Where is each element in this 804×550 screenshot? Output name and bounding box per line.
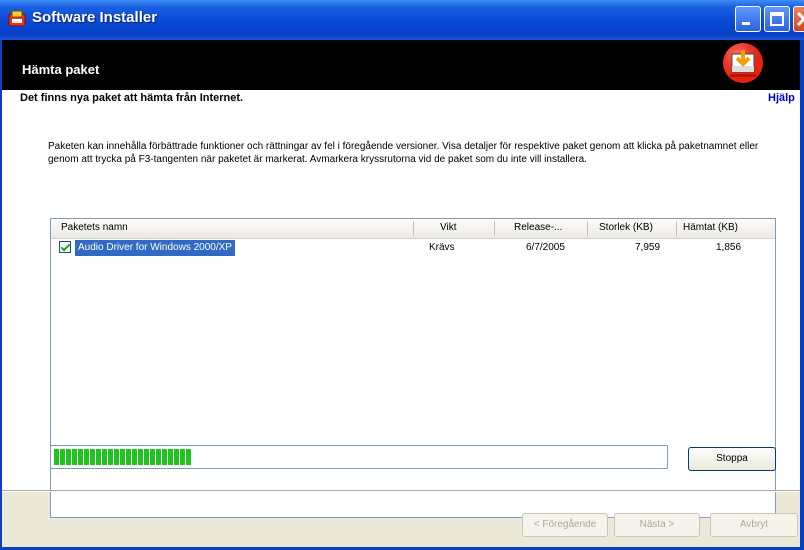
footer-separator <box>0 490 804 492</box>
window-title: Software Installer <box>32 9 158 26</box>
progress-segment <box>156 449 161 465</box>
progress-segment <box>108 449 113 465</box>
download-progress-bar <box>50 445 668 469</box>
next-button[interactable]: Nästa > <box>614 513 700 537</box>
column-separator[interactable] <box>676 221 677 236</box>
progress-segment <box>186 449 191 465</box>
installer-window: Software Installer Hämta paket Det finns… <box>0 0 804 550</box>
progress-segment <box>144 449 149 465</box>
column-separator[interactable] <box>413 221 414 236</box>
stop-button[interactable]: Stoppa <box>688 447 776 471</box>
page-description: Paketen kan innehålla förbättrade funkti… <box>48 141 759 165</box>
window-border-right <box>800 40 804 550</box>
maximize-button[interactable] <box>764 6 790 32</box>
progress-segment <box>96 449 101 465</box>
package-list[interactable]: Paketets namn Vikt Release-... Storlek (… <box>50 218 776 518</box>
table-row[interactable]: Audio Driver for Windows 2000/XP Krävs 6… <box>51 239 775 257</box>
help-link[interactable]: Hjälp <box>768 92 795 104</box>
progress-segment <box>102 449 107 465</box>
installer-app-icon <box>8 10 26 27</box>
minimize-button[interactable] <box>735 6 761 32</box>
progress-segment <box>60 449 65 465</box>
window-border-left <box>0 40 2 550</box>
package-downloaded: 1,856 <box>716 242 742 253</box>
progress-segment <box>126 449 131 465</box>
previous-button[interactable]: < Föregående <box>522 513 608 537</box>
progress-segment <box>84 449 89 465</box>
package-release: 6/7/2005 <box>526 242 565 253</box>
progress-segment <box>90 449 95 465</box>
column-header-downloaded[interactable]: Hämtat (KB) <box>683 222 738 233</box>
maximize-icon <box>770 12 784 26</box>
content-panel: Det finns nya paket att hämta från Inter… <box>0 90 804 518</box>
column-header-name[interactable]: Paketets namn <box>61 222 128 233</box>
page-subtitle: Det finns nya paket att hämta från Inter… <box>20 92 244 104</box>
progress-segment <box>120 449 125 465</box>
close-button[interactable] <box>793 6 804 32</box>
header-title: Hämta paket <box>22 62 100 77</box>
progress-segment <box>168 449 173 465</box>
package-weight: Krävs <box>429 242 455 253</box>
download-package-icon <box>723 43 763 83</box>
progress-segment <box>114 449 119 465</box>
progress-segment <box>150 449 155 465</box>
cancel-button[interactable]: Avbryt <box>710 513 798 537</box>
title-bar[interactable]: Software Installer <box>0 0 804 40</box>
wizard-header: Hämta paket <box>0 40 804 90</box>
progress-segment <box>174 449 179 465</box>
list-header: Paketets namn Vikt Release-... Storlek (… <box>51 219 775 239</box>
progress-segment <box>54 449 59 465</box>
progress-fill <box>54 449 191 465</box>
progress-segment <box>162 449 167 465</box>
progress-segment <box>132 449 137 465</box>
minimize-icon <box>742 22 750 25</box>
progress-segment <box>180 449 185 465</box>
progress-segment <box>138 449 143 465</box>
progress-segment <box>66 449 71 465</box>
column-header-weight[interactable]: Vikt <box>440 222 457 233</box>
close-icon <box>796 11 804 27</box>
progress-segment <box>78 449 83 465</box>
progress-segment <box>72 449 77 465</box>
package-size: 7,959 <box>635 242 661 253</box>
package-name[interactable]: Audio Driver for Windows 2000/XP <box>75 240 235 256</box>
column-separator[interactable] <box>587 221 588 236</box>
column-header-release[interactable]: Release-... <box>514 222 562 233</box>
package-checkbox[interactable] <box>59 241 71 253</box>
column-header-size[interactable]: Storlek (KB) <box>599 222 653 233</box>
column-separator[interactable] <box>494 221 495 236</box>
